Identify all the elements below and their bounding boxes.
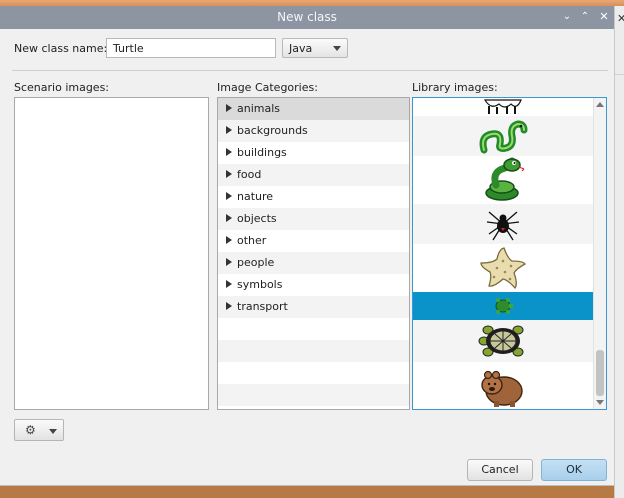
category-label: other [237, 234, 267, 247]
cancel-button[interactable]: Cancel [467, 459, 533, 481]
scroll-up-icon[interactable] [596, 102, 604, 107]
category-item-buildings[interactable]: buildings [218, 142, 409, 164]
starfish-icon [480, 247, 526, 290]
expand-triangle-icon[interactable] [226, 214, 232, 222]
close-icon[interactable]: ✕ [597, 10, 611, 24]
category-label: transport [237, 300, 288, 313]
library-image-snake-green[interactable] [413, 116, 593, 156]
expand-triangle-icon[interactable] [226, 302, 232, 310]
empty-row [218, 340, 409, 362]
category-item-food[interactable]: food [218, 164, 409, 186]
library-images-label: Library images: [412, 81, 498, 94]
divider [12, 70, 608, 71]
category-label: backgrounds [237, 124, 308, 137]
gear-icon: ⚙ [25, 423, 36, 437]
expand-triangle-icon[interactable] [226, 236, 232, 244]
category-item-transport[interactable]: transport [218, 296, 409, 318]
settings-menu-button[interactable]: ⚙ [14, 419, 64, 441]
desktop-background-bottom [0, 486, 614, 498]
category-label: nature [237, 190, 274, 203]
dropdown-arrow-icon [333, 46, 341, 51]
ok-button[interactable]: OK [541, 459, 607, 481]
snake-coiled-icon [485, 157, 525, 201]
category-item-backgrounds[interactable]: backgrounds [218, 120, 409, 142]
expand-triangle-icon[interactable] [226, 148, 232, 156]
category-item-nature[interactable]: nature [218, 186, 409, 208]
new-class-dialog: New class ⌄ ⌃ ✕ New class name: Java Sce… [0, 6, 614, 486]
library-image-turtle-small[interactable] [413, 292, 593, 320]
dropdown-arrow-icon [49, 429, 57, 434]
library-image-turtle[interactable] [413, 320, 593, 362]
wombat-icon [481, 370, 523, 407]
library-image-wombat[interactable] [413, 362, 593, 409]
image-categories-label: Image Categories: [217, 81, 318, 94]
spider-icon [486, 211, 520, 241]
library-image-snake-coiled[interactable] [413, 156, 593, 204]
category-item-symbols[interactable]: symbols [218, 274, 409, 296]
scenario-images-list[interactable] [14, 97, 209, 410]
empty-row [218, 384, 409, 406]
scenario-images-label: Scenario images: [14, 81, 110, 94]
library-scrollbar[interactable] [593, 98, 606, 409]
library-image-animal-partial[interactable] [413, 98, 593, 116]
expand-triangle-icon[interactable] [226, 104, 232, 112]
image-categories-tree[interactable]: animals backgrounds buildings food nature obj… [217, 97, 410, 410]
category-label: food [237, 168, 262, 181]
library-image-starfish[interactable] [413, 244, 593, 292]
turtle-small-icon [495, 298, 514, 314]
class-name-input[interactable] [106, 38, 276, 58]
empty-row [218, 362, 409, 384]
language-select[interactable]: Java [282, 38, 348, 58]
category-item-other[interactable]: other [218, 230, 409, 252]
turtle-icon [478, 325, 524, 357]
background-close-icon: ✕ [617, 12, 624, 25]
category-label: objects [237, 212, 277, 225]
category-label: buildings [237, 146, 287, 159]
class-name-label: New class name: [14, 42, 108, 55]
library-images-list[interactable] [412, 97, 607, 410]
animal-partial-icon [483, 99, 522, 114]
title-bar[interactable]: New class ⌄ ⌃ ✕ [0, 6, 614, 29]
snake-green-icon [479, 120, 528, 154]
category-label: symbols [237, 278, 283, 291]
category-label: animals [237, 102, 281, 115]
library-image-spider[interactable] [413, 204, 593, 244]
window-title: New class [277, 10, 337, 24]
category-item-objects[interactable]: objects [218, 208, 409, 230]
expand-triangle-icon[interactable] [226, 192, 232, 200]
scrollbar-thumb[interactable] [596, 350, 604, 396]
empty-row [218, 318, 409, 340]
expand-triangle-icon[interactable] [226, 280, 232, 288]
background-window-edge: ✕ [614, 6, 624, 498]
category-item-animals[interactable]: animals [218, 98, 409, 120]
category-item-people[interactable]: people [218, 252, 409, 274]
category-label: people [237, 256, 275, 269]
expand-triangle-icon[interactable] [226, 258, 232, 266]
scroll-down-icon[interactable] [596, 400, 604, 405]
language-select-value: Java [289, 42, 313, 55]
expand-triangle-icon[interactable] [226, 126, 232, 134]
expand-triangle-icon[interactable] [226, 170, 232, 178]
chevron-up-icon[interactable]: ⌃ [578, 10, 592, 24]
chevron-down-icon[interactable]: ⌄ [560, 10, 574, 24]
